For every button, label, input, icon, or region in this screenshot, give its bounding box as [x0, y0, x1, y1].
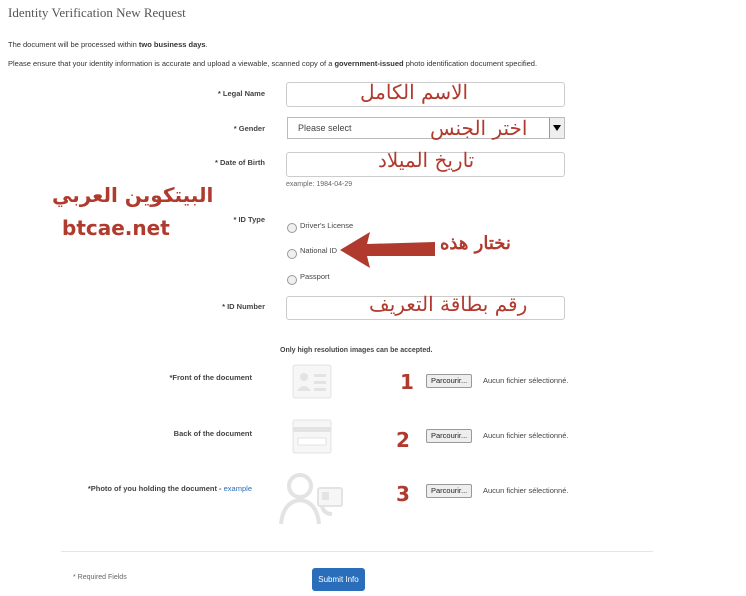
id-card-back-icon	[292, 419, 332, 454]
gender-selected-value: Please select	[298, 123, 352, 133]
person-holding-id-icon	[279, 473, 343, 525]
dob-hint: example: 1984-04-29	[286, 181, 353, 188]
annotation-birth-date: تاريخ الميلاد	[378, 148, 475, 172]
annotation-choose-gender: اختر الجنس	[430, 116, 528, 140]
id-number-label: * ID Number	[222, 302, 265, 311]
form-divider	[61, 551, 653, 552]
step-number-1: 1	[400, 370, 414, 394]
brand-arabic: البيتكوين العربي	[52, 183, 214, 207]
annotation-full-name: الاسم الكامل	[360, 80, 469, 104]
radio-passport-label[interactable]: Passport	[300, 272, 330, 281]
annotation-choose-this: نختار هذه	[440, 233, 511, 254]
selfie-file-status: Aucun fichier sélectionné.	[483, 486, 569, 495]
dob-label: * Date of Birth	[214, 158, 265, 167]
back-file-status: Aucun fichier sélectionné.	[483, 431, 569, 440]
front-file-status: Aucun fichier sélectionné.	[483, 376, 569, 385]
required-fields-note: * Required Fields	[73, 574, 127, 581]
front-browse-button[interactable]: Parcourir...	[426, 374, 473, 388]
gender-label: * Gender	[233, 124, 265, 133]
step-number-2: 2	[396, 428, 410, 452]
page-title: Identity Verification New Request	[8, 5, 186, 20]
id-card-front-icon	[292, 364, 332, 399]
selfie-browse-button[interactable]: Parcourir...	[426, 484, 473, 498]
radio-passport[interactable]	[287, 275, 297, 285]
intro-document-note: Please ensure that your identity informa…	[8, 59, 538, 68]
radio-drivers-license-label[interactable]: Driver's License	[300, 221, 353, 230]
left-arrow-icon	[340, 232, 435, 268]
id-type-label: * ID Type	[233, 215, 265, 224]
example-link[interactable]: example	[224, 484, 252, 493]
radio-drivers-license[interactable]	[287, 223, 297, 233]
chevron-down-icon[interactable]	[549, 118, 564, 138]
radio-national-id-label[interactable]: National ID	[300, 246, 337, 255]
radio-national-id[interactable]	[287, 249, 297, 259]
brand-url: btcae.net	[62, 216, 170, 240]
front-document-label: *Front of the document	[169, 373, 253, 382]
step-number-3: 3	[396, 482, 410, 506]
annotation-id-card-number: رقم بطاقة التعريف	[369, 292, 528, 316]
intro-processing-note: The document will be processed within tw…	[8, 40, 208, 49]
selfie-document-label: *Photo of you holding the document - exa…	[87, 484, 252, 493]
legal-name-label: * Legal Name	[217, 89, 265, 98]
back-browse-button[interactable]: Parcourir...	[426, 429, 473, 443]
upload-note: Only high resolution images can be accep…	[280, 347, 433, 354]
submit-button[interactable]: Submit Info	[312, 568, 365, 591]
back-document-label: Back of the document	[173, 429, 252, 438]
